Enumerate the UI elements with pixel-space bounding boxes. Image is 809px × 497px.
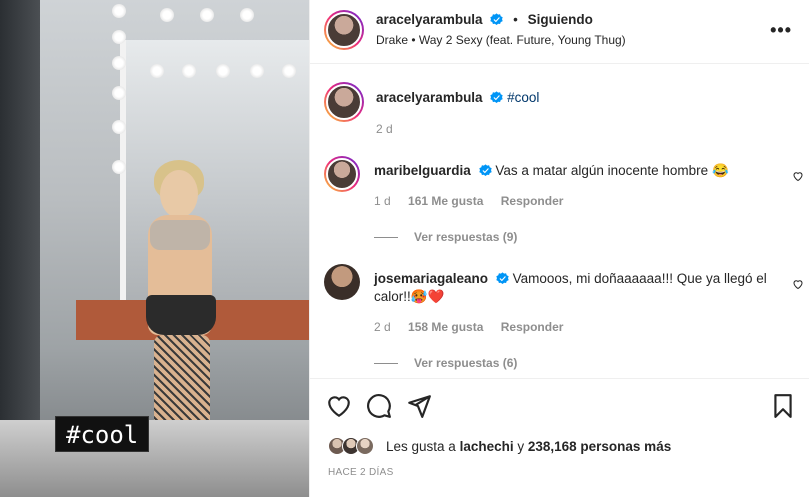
comment-time[interactable]: 1 d: [374, 194, 391, 208]
like-comment-heart-icon[interactable]: [792, 170, 804, 182]
comment-username[interactable]: maribelguardia: [374, 163, 471, 178]
verified-badge-icon: [490, 91, 504, 104]
post-media[interactable]: #cool: [0, 0, 309, 497]
following-button[interactable]: Siguiendo: [528, 12, 593, 27]
reply-button[interactable]: Responder: [501, 194, 564, 208]
comment-meta: 2 d 158 Me gusta Responder: [374, 320, 577, 334]
comment-avatar[interactable]: [324, 264, 360, 300]
likes-middle: y: [513, 439, 528, 454]
media-bulb: [112, 4, 126, 18]
post-panel: aracelyarambula • Siguiendo Drake • Way …: [309, 0, 809, 497]
likes-prefix: Les gusta a: [386, 439, 460, 454]
verified-badge-icon: [490, 13, 504, 26]
comment-body: josemariagaleano Vamooos, mi doñaaaaaa!!…: [374, 270, 774, 306]
like-heart-icon[interactable]: [326, 393, 352, 419]
comment-item: josemariagaleano Vamooos, mi doñaaaaaa!!…: [324, 264, 804, 374]
comment-text: Vas a matar algún inocente hombre 😂: [495, 163, 729, 178]
media-bulb: [216, 64, 230, 78]
comment-likes[interactable]: 158 Me gusta: [408, 320, 483, 334]
author-username[interactable]: aracelyarambula: [376, 12, 483, 27]
share-send-icon[interactable]: [406, 393, 432, 419]
media-bulb: [282, 64, 296, 78]
media-bulb: [250, 64, 264, 78]
media-bulb: [112, 120, 126, 134]
view-replies-label: Ver respuestas (9): [414, 230, 518, 244]
verified-badge-icon: [478, 164, 492, 177]
media-bulb: [200, 8, 214, 22]
view-replies-button[interactable]: Ver respuestas (9): [374, 230, 517, 244]
caption-time[interactable]: 2 d: [376, 122, 393, 136]
comment-likes[interactable]: 161 Me gusta: [408, 194, 483, 208]
audio-track-link[interactable]: Drake • Way 2 Sexy (feat. Future, Young …: [376, 33, 626, 47]
media-bulb: [150, 64, 164, 78]
likes-text[interactable]: Les gusta a lachechi y 238,168 personas …: [386, 439, 671, 454]
author-avatar[interactable]: [324, 10, 364, 50]
comment-meta: 1 d 161 Me gusta Responder: [374, 194, 577, 208]
view-replies-label: Ver respuestas (6): [414, 356, 518, 370]
more-options-icon[interactable]: •••: [770, 20, 792, 41]
header-separator: •: [513, 12, 518, 27]
media-bulb: [112, 56, 126, 70]
caption-username[interactable]: aracelyarambula: [376, 90, 483, 105]
post-header: aracelyarambula • Siguiendo Drake • Way …: [310, 0, 809, 64]
replies-dash: [374, 237, 398, 239]
post-date[interactable]: HACE 2 DÍAS: [328, 467, 394, 478]
comment-body: maribelguardia Vas a matar algún inocent…: [374, 162, 774, 180]
reply-button[interactable]: Responder: [501, 320, 564, 334]
likes-user[interactable]: lachechi: [460, 439, 514, 454]
replies-dash: [374, 363, 398, 365]
verified-badge-icon: [496, 272, 509, 285]
comment-avatar[interactable]: [324, 156, 360, 192]
media-bulb: [112, 30, 126, 44]
media-hashtag-overlay: #cool: [55, 416, 150, 452]
save-bookmark-icon[interactable]: [770, 393, 796, 419]
caption-avatar[interactable]: [324, 82, 364, 122]
caption-hashtag[interactable]: #cool: [507, 90, 539, 105]
comment-item: maribelguardia Vas a matar algún inocent…: [324, 156, 804, 246]
like-comment-heart-icon[interactable]: [792, 278, 804, 290]
comment-time[interactable]: 2 d: [374, 320, 391, 334]
post-actions: Les gusta a lachechi y 238,168 personas …: [310, 378, 809, 497]
likes-count[interactable]: 238,168 personas más: [528, 439, 671, 454]
liker-avatar[interactable]: [356, 437, 374, 455]
view-replies-button[interactable]: Ver respuestas (6): [374, 356, 517, 370]
media-counter: [0, 420, 309, 497]
media-bulb: [112, 86, 126, 100]
media-bulb: [182, 64, 196, 78]
comment-bubble-icon[interactable]: [366, 393, 392, 419]
comment-username[interactable]: josemariagaleano: [374, 271, 488, 286]
media-bulb: [240, 8, 254, 22]
media-bulb: [160, 8, 174, 22]
